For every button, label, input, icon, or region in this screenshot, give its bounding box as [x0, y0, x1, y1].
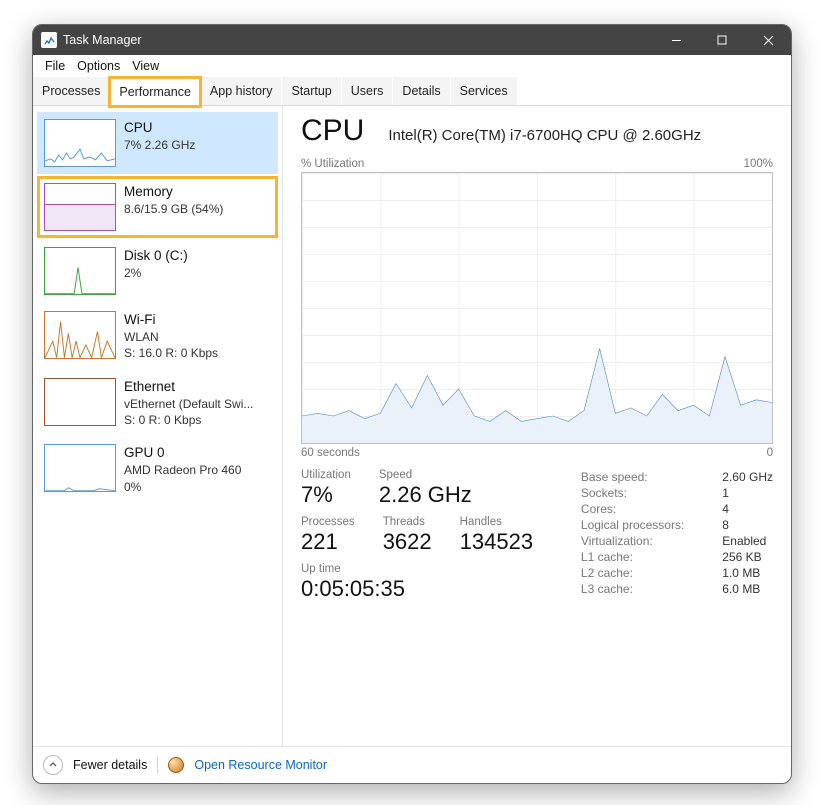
stat-processes: 221	[301, 529, 355, 555]
tab-processes[interactable]: Processes	[33, 77, 109, 105]
l3-label: L3 cache:	[581, 581, 722, 597]
sockets-label: Sockets:	[581, 485, 722, 501]
cores-label: Cores:	[581, 501, 722, 517]
stat-uptime-label: Up time	[301, 563, 405, 575]
memory-thumb-icon	[44, 183, 116, 231]
sidebar-wifi-sub2: S: 16.0 R: 0 Kbps	[124, 345, 218, 361]
tab-strip: Processes Performance App history Startu…	[33, 77, 791, 106]
sidebar-gpu-title: GPU 0	[124, 444, 241, 462]
tab-details[interactable]: Details	[393, 77, 449, 105]
sidebar-eth-sub2: S: 0 R: 0 Kbps	[124, 412, 253, 428]
sidebar-cpu-title: CPU	[124, 119, 195, 137]
l2-value: 1.0 MB	[722, 565, 773, 581]
stat-threads-label: Threads	[383, 516, 432, 528]
stat-speed: 2.26 GHz	[379, 482, 472, 508]
sidebar-item-gpu[interactable]: GPU 0 AMD Radeon Pro 460 0%	[37, 437, 278, 502]
performance-sidebar: CPU 7% 2.26 GHz Memory 8.6/15.9 GB (54%)…	[33, 106, 283, 746]
stat-threads: 3622	[383, 529, 432, 555]
stat-speed-label: Speed	[379, 469, 472, 481]
footer: Fewer details Open Resource Monitor	[33, 746, 791, 782]
chevron-up-icon[interactable]	[43, 755, 63, 775]
sidebar-item-cpu[interactable]: CPU 7% 2.26 GHz	[37, 112, 278, 174]
cores-value: 4	[722, 501, 773, 517]
stat-utilization: 7%	[301, 482, 351, 508]
tab-startup[interactable]: Startup	[282, 77, 340, 105]
sidebar-gpu-sub2: 0%	[124, 479, 241, 495]
divider	[157, 756, 158, 774]
virt-label: Virtualization:	[581, 533, 722, 549]
l1-label: L1 cache:	[581, 549, 722, 565]
cpu-utilization-chart	[301, 172, 773, 444]
close-button[interactable]	[745, 25, 791, 55]
stat-utilization-label: Utilization	[301, 469, 351, 481]
chart-ylabel-left: % Utilization	[301, 158, 364, 170]
sidebar-item-memory[interactable]: Memory 8.6/15.9 GB (54%)	[37, 176, 278, 238]
stat-handles-label: Handles	[460, 516, 533, 528]
chart-xlabel-left: 60 seconds	[301, 447, 360, 459]
menu-bar: File Options View	[33, 55, 791, 77]
base-speed-value: 2.60 GHz	[722, 469, 773, 485]
tab-services[interactable]: Services	[451, 77, 517, 105]
stat-handles: 134523	[460, 529, 533, 555]
sidebar-disk-sub: 2%	[124, 265, 188, 281]
gpu-thumb-icon	[44, 444, 116, 492]
window-title: Task Manager	[63, 33, 142, 47]
chart-ylabel-right: 100%	[744, 158, 773, 170]
sidebar-memory-sub: 8.6/15.9 GB (54%)	[124, 201, 223, 217]
panel-heading: CPU	[301, 114, 364, 148]
minimize-button[interactable]	[653, 25, 699, 55]
sockets-value: 1	[722, 485, 773, 501]
chart-xlabel-right: 0	[767, 447, 773, 459]
sidebar-item-disk[interactable]: Disk 0 (C:) 2%	[37, 240, 278, 302]
base-speed-label: Base speed:	[581, 469, 722, 485]
ethernet-thumb-icon	[44, 378, 116, 426]
sidebar-item-wifi[interactable]: Wi-Fi WLAN S: 16.0 R: 0 Kbps	[37, 304, 278, 369]
menu-view[interactable]: View	[126, 57, 165, 75]
virt-value: Enabled	[722, 533, 773, 549]
menu-options[interactable]: Options	[71, 57, 126, 75]
fewer-details-button[interactable]: Fewer details	[73, 758, 147, 772]
sidebar-gpu-sub1: AMD Radeon Pro 460	[124, 462, 241, 478]
sidebar-item-ethernet[interactable]: Ethernet vEthernet (Default Swi... S: 0 …	[37, 371, 278, 436]
open-resource-monitor-link[interactable]: Open Resource Monitor	[194, 758, 327, 772]
stat-processes-label: Processes	[301, 516, 355, 528]
sidebar-wifi-sub1: WLAN	[124, 329, 218, 345]
lp-label: Logical processors:	[581, 517, 722, 533]
sidebar-eth-title: Ethernet	[124, 378, 253, 396]
cpu-model: Intel(R) Core(TM) i7-6700HQ CPU @ 2.60GH…	[388, 127, 701, 144]
sidebar-memory-title: Memory	[124, 183, 223, 201]
cpu-thumb-icon	[44, 119, 116, 167]
tab-users[interactable]: Users	[342, 77, 393, 105]
l3-value: 6.0 MB	[722, 581, 773, 597]
maximize-button[interactable]	[699, 25, 745, 55]
performance-panel: CPU Intel(R) Core(TM) i7-6700HQ CPU @ 2.…	[283, 106, 791, 746]
cpu-info-table: Base speed:2.60 GHz Sockets:1 Cores:4 Lo…	[581, 469, 773, 597]
sidebar-disk-title: Disk 0 (C:)	[124, 247, 188, 265]
wifi-thumb-icon	[44, 311, 116, 359]
title-bar[interactable]: Task Manager	[33, 25, 791, 55]
l2-label: L2 cache:	[581, 565, 722, 581]
sidebar-wifi-title: Wi-Fi	[124, 311, 218, 329]
menu-file[interactable]: File	[39, 57, 71, 75]
tab-app-history[interactable]: App history	[201, 77, 282, 105]
l1-value: 256 KB	[722, 549, 773, 565]
sidebar-eth-sub1: vEthernet (Default Swi...	[124, 396, 253, 412]
sidebar-cpu-sub: 7% 2.26 GHz	[124, 137, 195, 153]
resource-monitor-icon	[168, 757, 184, 773]
disk-thumb-icon	[44, 247, 116, 295]
app-icon	[41, 32, 57, 48]
lp-value: 8	[722, 517, 773, 533]
stat-uptime: 0:05:05:35	[301, 576, 405, 602]
tab-performance[interactable]: Performance	[110, 78, 200, 106]
